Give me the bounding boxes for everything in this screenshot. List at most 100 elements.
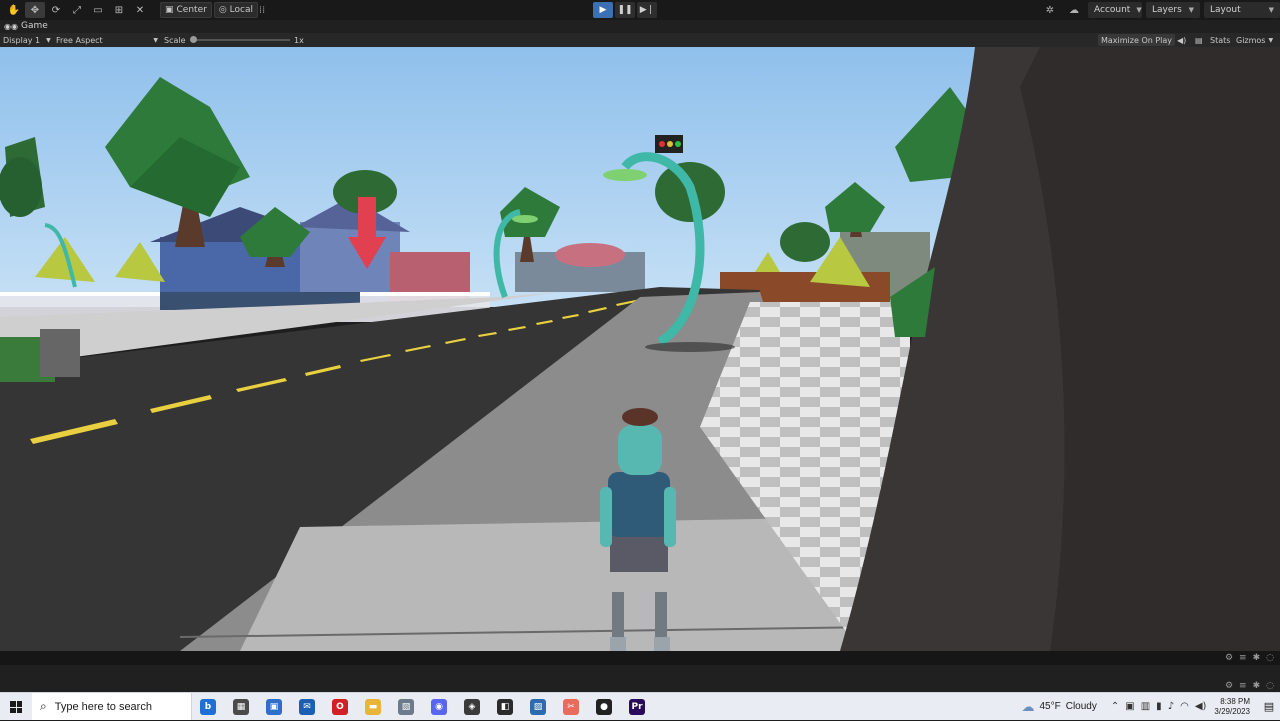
layout-label: Layout bbox=[1210, 5, 1241, 15]
account-dropdown[interactable]: Account ▼ bbox=[1088, 2, 1142, 18]
scale-slider-track[interactable] bbox=[190, 39, 290, 41]
settings-icon[interactable]: ⚙ bbox=[1225, 681, 1233, 691]
game-tab-label: Game bbox=[21, 21, 48, 31]
game-controller-icon: ◉◉ bbox=[4, 22, 18, 31]
mail-icon: ✉ bbox=[299, 699, 315, 715]
account-label: Account bbox=[1094, 5, 1130, 15]
task-view-taskbar-button[interactable]: ▦ bbox=[229, 695, 253, 719]
discord-taskbar-button[interactable]: ◉ bbox=[427, 695, 451, 719]
snipping-tool-icon: ✂ bbox=[563, 699, 579, 715]
rotate-tool-icon[interactable]: ⟳ bbox=[46, 2, 66, 18]
pivot-local-label: Local bbox=[230, 5, 253, 15]
record-taskbar-button[interactable]: ● bbox=[592, 695, 616, 719]
image-editor-icon: ▨ bbox=[530, 699, 546, 715]
mail-taskbar-button[interactable]: ✉ bbox=[295, 695, 319, 719]
store-taskbar-button[interactable]: ▣ bbox=[262, 695, 286, 719]
opera-taskbar-button[interactable]: O bbox=[328, 695, 352, 719]
move-tool-icon[interactable]: ✥ bbox=[25, 2, 45, 18]
scale-slider-handle[interactable] bbox=[190, 36, 197, 43]
unity-taskbar-button[interactable]: ◈ bbox=[460, 695, 484, 719]
chevron-down-icon: ▼ bbox=[1268, 37, 1273, 44]
transform-tool-icon[interactable]: ⊞ bbox=[109, 2, 129, 18]
weather-desc: Cloudy bbox=[1066, 701, 1097, 712]
progress-icon[interactable]: ◌ bbox=[1266, 653, 1274, 663]
volume-icon[interactable]: ◀) bbox=[1195, 701, 1207, 712]
image-editor-taskbar-button[interactable]: ▨ bbox=[526, 695, 550, 719]
rect-tool-icon[interactable]: ▭ bbox=[88, 2, 108, 18]
battery-icon[interactable]: ▮ bbox=[1156, 701, 1162, 712]
editor-bottom-bar: ⚙ ≡ ✱ ◌ bbox=[0, 665, 1280, 692]
discord-icon: ◉ bbox=[431, 699, 447, 715]
aspect-dropdown[interactable]: Free Aspect ▼ bbox=[56, 34, 158, 46]
snipping-tool-taskbar-button[interactable]: ✂ bbox=[559, 695, 583, 719]
network-icon[interactable]: ▥ bbox=[1141, 701, 1150, 712]
game-view-controls: Display 1 ▼ Free Aspect ▼ Scale 1x Maxim… bbox=[0, 33, 1280, 48]
pivot-center-label: Center bbox=[177, 5, 207, 15]
file-explorer-taskbar-button[interactable]: ▬ bbox=[361, 695, 385, 719]
debug-icon[interactable]: ✱ bbox=[1253, 653, 1261, 663]
clock-date: 3/29/2023 bbox=[1214, 707, 1250, 717]
start-button[interactable] bbox=[0, 693, 32, 721]
notification-icon[interactable]: ▤ bbox=[1258, 700, 1280, 713]
microphone-icon[interactable]: ♪ bbox=[1168, 701, 1174, 712]
pivot-controls: ▣ Center ◎ Local bbox=[160, 2, 258, 18]
taskbar-search-box[interactable]: ⌕ Type here to search bbox=[32, 693, 192, 720]
bing-icon: b bbox=[200, 699, 216, 715]
settings-icon[interactable]: ⚙ bbox=[1225, 653, 1233, 663]
layers-icon[interactable]: ≡ bbox=[1239, 653, 1247, 663]
layers-label: Layers bbox=[1152, 5, 1182, 15]
game-viewport[interactable] bbox=[0, 47, 1280, 651]
wifi-icon[interactable]: ◠ bbox=[1180, 701, 1189, 712]
play-button[interactable]: ▶ bbox=[593, 2, 613, 18]
game-view-tab-bar: ◉◉ Game bbox=[0, 20, 1280, 33]
premiere-icon: Pr bbox=[629, 699, 645, 715]
tray-app-icon[interactable]: ▣ bbox=[1125, 701, 1134, 712]
visual-studio-icon: ◧ bbox=[497, 699, 513, 715]
visual-studio-taskbar-button[interactable]: ◧ bbox=[493, 695, 517, 719]
cloud-icon[interactable]: ☁ bbox=[1064, 2, 1084, 18]
layers-icon[interactable]: ≡ bbox=[1239, 681, 1247, 691]
chevron-down-icon: ▼ bbox=[153, 37, 158, 44]
status-icons: ⚙ ≡ ✱ ◌ bbox=[1225, 653, 1274, 663]
photos-taskbar-button[interactable]: ▧ bbox=[394, 695, 418, 719]
game-tab[interactable]: ◉◉ Game bbox=[4, 21, 48, 31]
pivot-center-button[interactable]: ▣ Center bbox=[160, 2, 212, 18]
chevron-down-icon: ▼ bbox=[1269, 6, 1274, 14]
chevron-down-icon: ▼ bbox=[1136, 6, 1141, 14]
editor-bottom-icons: ⚙ ≡ ✱ ◌ bbox=[1225, 681, 1274, 691]
maximize-on-play-toggle[interactable]: Maximize On Play bbox=[1098, 34, 1175, 46]
mute-audio-icon[interactable]: ◀) bbox=[1177, 34, 1186, 46]
collab-icon[interactable]: ✲ bbox=[1040, 2, 1060, 18]
pause-button[interactable]: ❚❚ bbox=[615, 2, 635, 18]
task-view-icon: ▦ bbox=[233, 699, 249, 715]
pivot-local-button[interactable]: ◎ Local bbox=[214, 2, 258, 18]
scale-tool-icon[interactable]: ⤢ bbox=[67, 2, 87, 18]
bing-taskbar-button[interactable]: b bbox=[196, 695, 220, 719]
console-status-bar: ⚙ ≡ ✱ ◌ bbox=[0, 651, 1280, 665]
photos-icon: ▧ bbox=[398, 699, 414, 715]
stats-toggle[interactable]: Stats bbox=[1210, 34, 1230, 46]
debug-icon[interactable]: ✱ bbox=[1253, 681, 1261, 691]
weather-widget[interactable]: ☁ 45°F Cloudy bbox=[1022, 699, 1097, 715]
display-label: Display 1 bbox=[3, 36, 40, 45]
file-explorer-icon: ▬ bbox=[365, 699, 381, 715]
taskbar-clock[interactable]: 8:38 PM 3/29/2023 bbox=[1214, 697, 1250, 717]
windows-logo-icon bbox=[10, 701, 22, 713]
grid-snap-icon[interactable]: ⁞⁞ bbox=[253, 2, 271, 18]
unity-toolbar: ✋ ✥ ⟳ ⤢ ▭ ⊞ ✕ ▣ Center ◎ Local ⁞⁞ ▶ ❚❚ ▶… bbox=[0, 0, 1280, 20]
display-dropdown[interactable]: Display 1 ▼ bbox=[3, 34, 51, 46]
chevron-up-icon[interactable]: ⌃ bbox=[1111, 701, 1119, 712]
custom-tool-icon[interactable]: ✕ bbox=[130, 2, 150, 18]
chevron-down-icon: ▼ bbox=[1189, 6, 1194, 14]
layout-dropdown[interactable]: Layout ▼ bbox=[1204, 2, 1280, 18]
layers-dropdown[interactable]: Layers ▼ bbox=[1146, 2, 1200, 18]
cloud-icon: ☁ bbox=[1022, 699, 1035, 715]
hand-tool-icon[interactable]: ✋ bbox=[4, 2, 24, 18]
windows-taskbar: ⌕ Type here to search b ▦ ▣ ✉ O ▬ ▧ ◉ ◈ ◧ ▨ ✂ ● Pr ☁ … bbox=[0, 692, 1280, 720]
step-button[interactable]: ▶❘ bbox=[637, 2, 657, 18]
progress-icon[interactable]: ◌ bbox=[1266, 681, 1274, 691]
search-placeholder: Type here to search bbox=[55, 701, 152, 713]
gizmos-toggle[interactable]: Gizmos ▼ bbox=[1236, 34, 1273, 46]
system-tray: ☁ 45°F Cloudy ⌃ ▣ ▥ ▮ ♪ ◠ ◀) 8:38 PM 3/2… bbox=[1022, 693, 1280, 720]
premiere-taskbar-button[interactable]: Pr bbox=[625, 695, 649, 719]
